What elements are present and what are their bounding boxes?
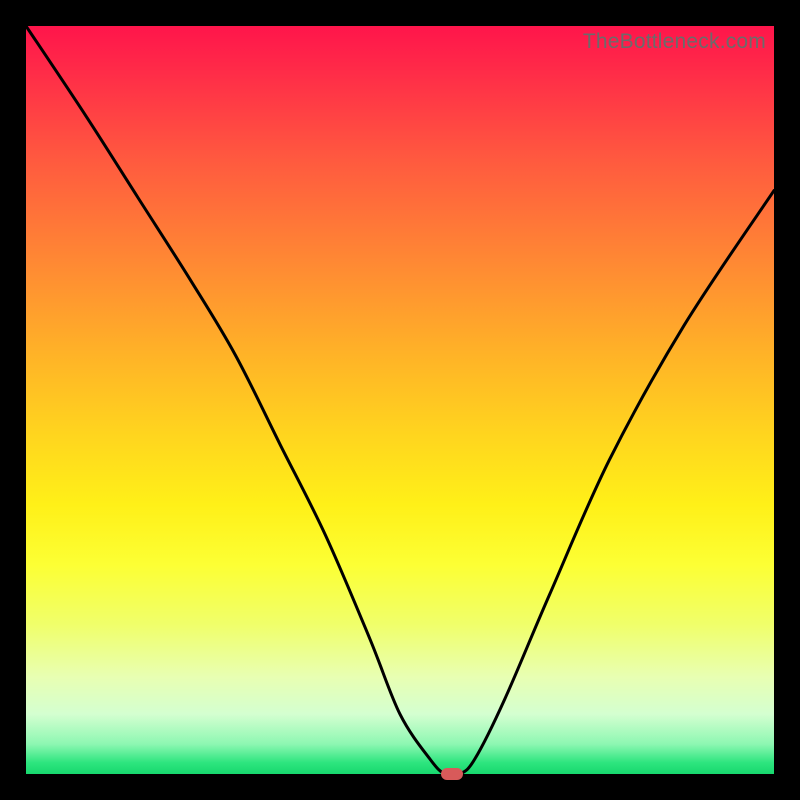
plot-area: TheBottleneck.com bbox=[26, 26, 774, 774]
chart-frame: TheBottleneck.com bbox=[0, 0, 800, 800]
bottleneck-curve bbox=[26, 26, 774, 774]
optimal-point-marker bbox=[441, 768, 463, 780]
curve-path bbox=[26, 26, 774, 774]
